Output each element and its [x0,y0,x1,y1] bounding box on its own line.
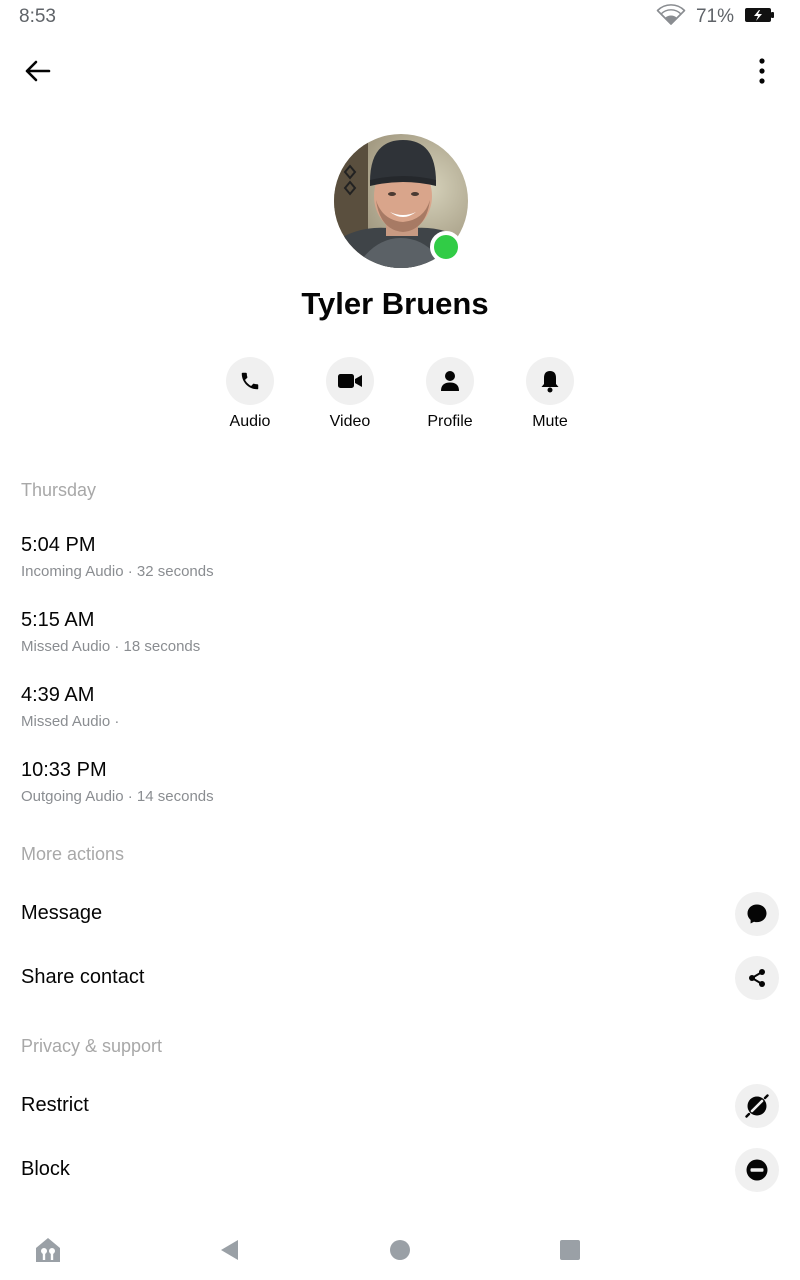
more-vertical-icon [759,58,765,84]
restrict-action[interactable]: Restrict [0,1076,800,1136]
audio-call-circle [226,357,274,405]
more-options-button[interactable] [752,52,772,90]
call-log-item[interactable]: 5:15 AM Missed Audio · 18 seconds [21,609,761,655]
back-triangle-icon [221,1240,238,1260]
block-action[interactable]: Block [0,1140,800,1200]
wifi-icon [656,3,686,31]
privacy-support-title: Privacy & support [21,1036,163,1056]
more-actions-title: More actions [21,844,125,864]
call-log-item[interactable]: 4:39 AM Missed Audio · [21,684,761,730]
nav-recents-button[interactable] [554,1234,586,1266]
view-profile-circle [426,357,474,405]
profile-name: Tyler Bruens [301,286,489,321]
restrict-icon-circle [735,1084,779,1128]
share-contact-action[interactable]: Share contact [0,948,800,1008]
call-time: 5:04 PM [21,534,96,556]
recents-square-icon [560,1240,580,1260]
share-icon-circle [735,956,779,1000]
avatar-container[interactable] [334,134,468,268]
home-circle-icon [390,1240,410,1260]
bell-icon [541,371,559,393]
status-icons: 71% [656,3,776,31]
home-app-icon [36,1238,60,1262]
call-log-item[interactable]: 10:33 PM Outgoing Audio · 14 seconds [21,759,761,805]
navigation-bar [0,1220,800,1280]
call-detail: Missed Audio · [21,713,120,730]
call-detail: Incoming Audio · 32 seconds [21,563,214,580]
video-call-circle [326,357,374,405]
call-log-item[interactable]: 5:04 PM Incoming Audio · 32 seconds [21,534,761,580]
audio-call-label: Audio [229,413,271,430]
share-contact-label: Share contact [21,966,145,988]
online-status-indicator [430,231,462,263]
message-icon-circle [735,892,779,936]
status-bar: 8:53 71% [0,0,800,34]
person-icon [441,371,459,391]
audio-call-button[interactable]: Audio [205,357,295,431]
message-label: Message [21,902,103,924]
block-label: Block [21,1158,70,1180]
nav-back-button[interactable] [213,1234,245,1266]
call-time: 5:15 AM [21,609,95,631]
mute-label: Mute [532,413,568,430]
view-profile-button[interactable]: Profile [405,357,495,431]
view-profile-label: Profile [427,413,473,430]
call-time: 10:33 PM [21,759,107,781]
call-detail: Outgoing Audio · 14 seconds [21,788,214,805]
battery-percent: 71% [695,6,734,27]
video-camera-icon [338,374,362,388]
block-icon-circle [735,1148,779,1192]
phone-icon [241,372,259,390]
share-icon [749,969,765,987]
chat-bubble-icon [747,904,767,924]
quick-actions: Audio Video Profile Mute [0,357,800,437]
home-app-button[interactable] [32,1234,64,1266]
mute-circle [526,357,574,405]
call-history-title: Thursday [21,480,97,500]
restrict-icon [745,1094,769,1118]
block-icon [746,1159,768,1181]
nav-home-button[interactable] [384,1234,416,1266]
back-button[interactable] [18,52,56,90]
status-time: 8:53 [19,6,56,27]
mute-button[interactable]: Mute [505,357,595,431]
restrict-label: Restrict [21,1094,89,1116]
video-call-button[interactable]: Video [305,357,395,431]
message-action[interactable]: Message [0,884,800,944]
video-call-label: Video [329,413,371,430]
battery-charging-icon [744,6,776,29]
call-time: 4:39 AM [21,684,95,706]
call-detail: Missed Audio · 18 seconds [21,638,201,655]
arrow-left-icon [25,60,51,82]
